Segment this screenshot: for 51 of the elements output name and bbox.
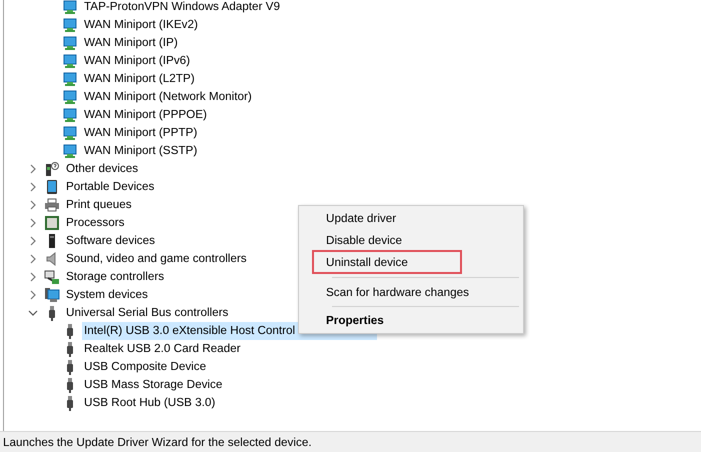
monitor-icon bbox=[62, 17, 78, 33]
tablet-icon bbox=[44, 179, 60, 195]
expand-chevron-icon[interactable] bbox=[28, 254, 38, 264]
expand-chevron-icon[interactable] bbox=[28, 290, 38, 300]
tree-item[interactable]: USB Composite Device bbox=[82, 358, 208, 376]
collapse-chevron-icon[interactable] bbox=[28, 308, 38, 318]
tree-item[interactable]: Realtek USB 2.0 Card Reader bbox=[82, 340, 243, 358]
monitor-icon bbox=[62, 125, 78, 141]
tree-category[interactable]: Print queues bbox=[64, 196, 134, 214]
menu-item[interactable]: Scan for hardware changes bbox=[312, 280, 471, 304]
tree-item[interactable]: WAN Miniport (PPPOE) bbox=[82, 106, 209, 124]
printer-icon bbox=[44, 197, 60, 213]
expand-chevron-icon[interactable] bbox=[28, 272, 38, 282]
expand-chevron-icon[interactable] bbox=[28, 164, 38, 174]
expand-chevron-icon[interactable] bbox=[28, 218, 38, 228]
monitor-icon bbox=[62, 143, 78, 159]
tree-category[interactable]: System devices bbox=[64, 286, 150, 304]
monitor-icon bbox=[62, 71, 78, 87]
tree-category[interactable]: Software devices bbox=[64, 232, 157, 250]
tree-item[interactable]: WAN Miniport (SSTP) bbox=[82, 142, 200, 160]
tree-item[interactable]: WAN Miniport (IP) bbox=[82, 34, 180, 52]
tree-category[interactable]: Storage controllers bbox=[64, 268, 166, 286]
computer-icon bbox=[44, 287, 60, 303]
monitor-icon bbox=[62, 53, 78, 69]
chip-icon bbox=[44, 215, 60, 231]
tree-item[interactable]: WAN Miniport (IPv6) bbox=[82, 52, 192, 70]
monitor-icon bbox=[62, 35, 78, 51]
monitor-icon bbox=[62, 89, 78, 105]
expand-chevron-icon[interactable] bbox=[28, 182, 38, 192]
menu-item[interactable]: Disable device bbox=[312, 228, 462, 252]
menu-item[interactable]: Update driver bbox=[312, 206, 462, 230]
tree-category[interactable]: Universal Serial Bus controllers bbox=[64, 304, 230, 322]
expand-chevron-icon[interactable] bbox=[28, 236, 38, 246]
tree-category[interactable]: Sound, video and game controllers bbox=[64, 250, 249, 268]
storage-icon bbox=[44, 269, 60, 285]
menu-item[interactable]: Uninstall device bbox=[312, 250, 462, 274]
tree-item[interactable]: WAN Miniport (PPTP) bbox=[82, 124, 200, 142]
tree-item[interactable]: WAN Miniport (IKEv2) bbox=[82, 16, 200, 34]
monitor-icon bbox=[62, 107, 78, 123]
unknown-device-icon bbox=[44, 161, 60, 177]
tree-item[interactable]: WAN Miniport (L2TP) bbox=[82, 70, 197, 88]
monitor-icon bbox=[62, 0, 78, 15]
status-text: Launches the Update Driver Wizard for the selected device. bbox=[3, 436, 312, 448]
tree-item[interactable]: WAN Miniport (Network Monitor) bbox=[82, 88, 254, 106]
tree-category[interactable]: Portable Devices bbox=[64, 178, 156, 196]
tree-item[interactable]: TAP-ProtonVPN Windows Adapter V9 bbox=[82, 0, 282, 16]
tree-category[interactable]: Other devices bbox=[64, 160, 140, 178]
tree-category[interactable]: Processors bbox=[64, 214, 126, 232]
tree-item[interactable]: USB Root Hub (USB 3.0) bbox=[82, 394, 218, 412]
expand-chevron-icon[interactable] bbox=[28, 200, 38, 210]
tree-item[interactable]: USB Mass Storage Device bbox=[82, 376, 224, 394]
